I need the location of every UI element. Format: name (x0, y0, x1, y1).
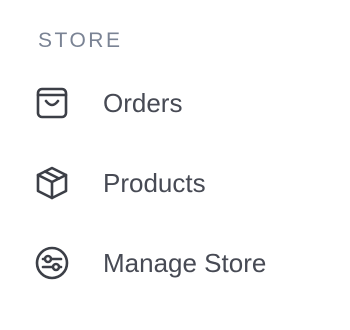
store-nav-section: STORE Orders Products Manage Store (0, 0, 350, 330)
sliders-icon (32, 243, 72, 283)
sidebar-item-products[interactable]: Products (30, 158, 330, 208)
shopping-bag-icon (32, 83, 72, 123)
box-icon (32, 163, 72, 203)
section-heading-store: STORE (38, 29, 123, 52)
sidebar-item-manage-store[interactable]: Manage Store (30, 238, 330, 288)
sidebar-item-label: Manage Store (103, 248, 267, 278)
sidebar-item-label: Orders (103, 88, 183, 118)
sidebar-item-orders[interactable]: Orders (30, 78, 330, 128)
sidebar-item-label: Products (103, 168, 206, 198)
